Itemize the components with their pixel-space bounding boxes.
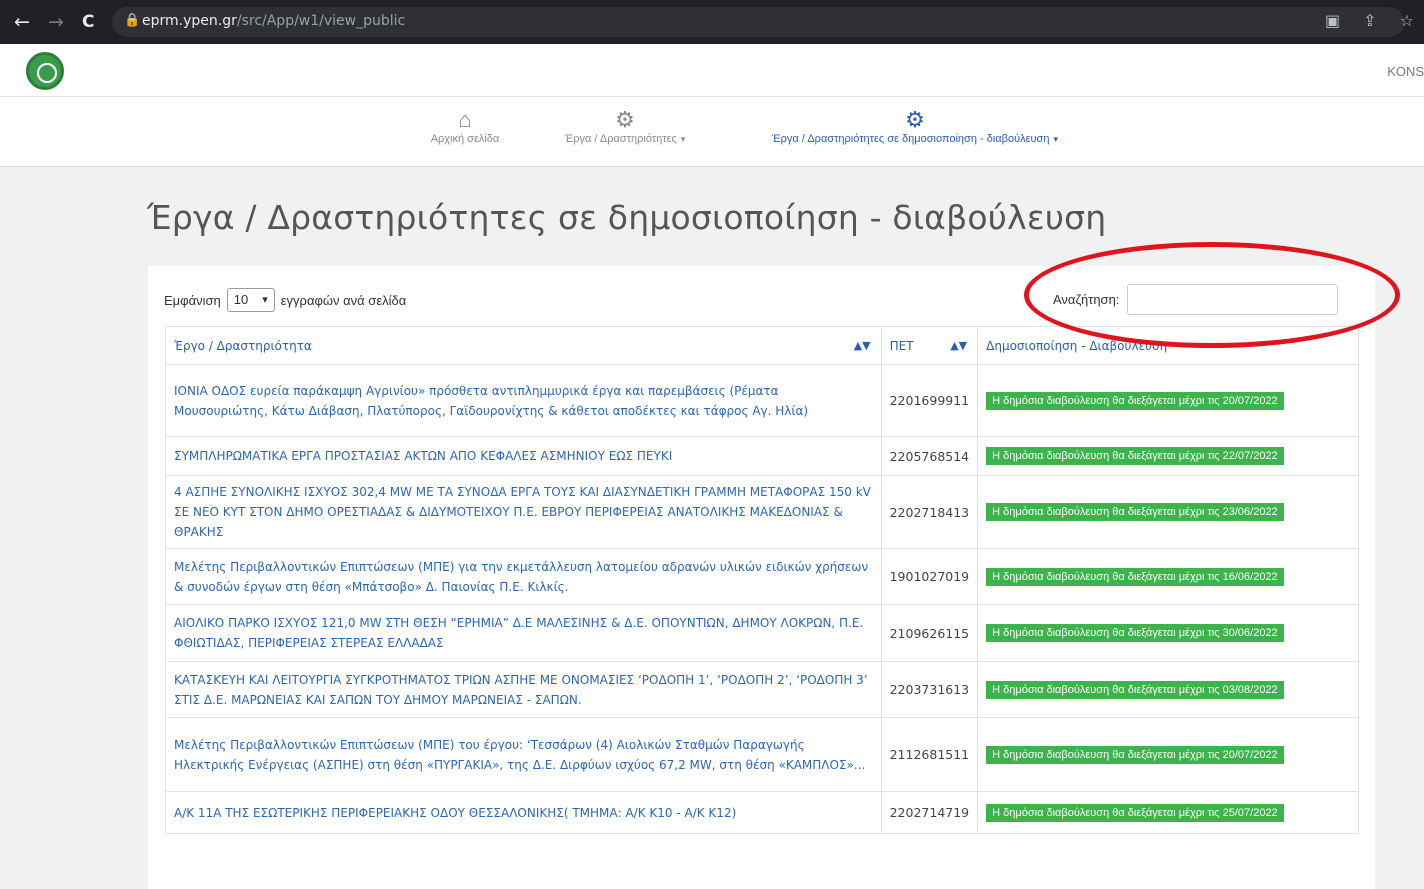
status-cell: Η δημόσια διαβούλευση θα διεξάγεται μέχρ… — [977, 436, 1359, 476]
project-link[interactable]: ΑΙΟΛΙΚΟ ΠΑΡΚΟ ΙΣΧΥΟΣ 121,0 MW ΣΤΗ ΘΕΣΗ “… — [165, 604, 882, 662]
pet-code: 2202714719 — [880, 791, 979, 834]
chevron-down-icon: ▾ — [1053, 134, 1058, 144]
url-path: /src/App/w1/view_public — [236, 13, 406, 29]
nav-projects-label: Έργα / Δραστηριότητες — [564, 133, 677, 145]
lock-icon: 🔒 — [124, 13, 141, 28]
length-suffix: εγγραφών ανά σελίδα — [280, 292, 407, 308]
page-length-control: Εμφάνιση 10 ▾ εγγραφών ανά σελίδα — [164, 288, 406, 312]
pet-code: 2205768514 — [880, 436, 979, 476]
status-badge: Η δημόσια διαβούλευση θα διεξάγεται μέχρ… — [986, 624, 1284, 642]
table-row: ΚΑΤΑΣΚΕΥΗ ΚΑΙ ΛΕΙΤΟΥΡΓΙΑ ΣΥΓΚΡΟΤΗΜΑΤΟΣ Τ… — [165, 661, 1359, 718]
table-row: Μελέτης Περιβαλλοντικών Επιπτώσεων (ΜΠΕ)… — [165, 717, 1359, 792]
column-header-pet[interactable]: ΠΕΤ ▲▼ — [880, 326, 979, 365]
nav-home-label: Αρχική σελίδα — [430, 133, 500, 145]
pet-code: 2201699911 — [880, 364, 979, 437]
nav-home[interactable]: ⌂ Αρχική σελίδα — [422, 97, 508, 167]
main-nav: ⌂ Αρχική σελίδα ⚙ Έργα / Δραστηριότητες ▾… — [0, 97, 1424, 167]
pet-code: 2112681511 — [880, 717, 979, 792]
project-link[interactable]: ΣΥΜΠΛΗΡΩΜΑΤΙΚΑ ΕΡΓΑ ΠΡΟΣΤΑΣΙΑΣ ΑΚΤΩΝ ΑΠΟ… — [165, 436, 882, 476]
project-link[interactable]: Α/Κ 11Α ΤΗΣ ΕΣΩΤΕΡΙΚΗΣ ΠΕΡΙΦΕΡΕΙΑΚΗΣ ΟΔΟ… — [165, 791, 882, 834]
project-link[interactable]: 4 ΑΣΠΗΕ ΣΥΝΟΛΙΚΗΣ ΙΣΧΥΟΣ 302,4 MW ΜΕ ΤΑ … — [165, 475, 882, 549]
search-annotation-ellipse — [1024, 242, 1400, 348]
translate-icon[interactable]: ▣ — [1325, 11, 1340, 30]
length-prefix: Εμφάνιση — [164, 292, 221, 308]
nav-consultation-label: Έργα / Δραστηριότητες σε δημοσιοποίηση -… — [772, 133, 1050, 145]
url-host: eprm.ypen.gr — [142, 13, 237, 29]
bookmark-star-icon[interactable]: ☆ — [1400, 11, 1414, 30]
status-badge: Η δημόσια διαβούλευση θα διεξάγεται μέχρ… — [986, 803, 1284, 822]
status-badge: Η δημόσια διαβούλευση θα διεξάγεται μέχρ… — [986, 391, 1284, 410]
column-header-project[interactable]: Έργο / Δραστηριότητα ▲▼ — [165, 326, 882, 365]
browser-actions: ▣ ⇪ ☆ — [1307, 11, 1414, 30]
status-badge: Η δημόσια διαβούλευση θα διεξάγεται μέχρ… — [986, 680, 1284, 699]
page-length-value: 10 — [233, 292, 249, 307]
chevron-down-icon: ▾ — [680, 134, 686, 144]
status-badge: Η δημόσια διαβούλευση θα διεξάγεται μέχρ… — [986, 503, 1284, 521]
forward-arrow-icon[interactable]: → — [48, 11, 64, 33]
address-bar[interactable]: 🔒 eprm.ypen.gr/src/App/w1/view_public — [112, 7, 1404, 37]
table-row: 4 ΑΣΠΗΕ ΣΥΝΟΛΙΚΗΣ ΙΣΧΥΟΣ 302,4 MW ΜΕ ΤΑ … — [165, 475, 1359, 549]
status-cell: Η δημόσια διαβούλευση θα διεξάγεται μέχρ… — [977, 604, 1359, 662]
site-header: KONST — [0, 44, 1424, 97]
gear-icon: ⚙ — [615, 107, 635, 132]
share-icon[interactable]: ⇪ — [1363, 11, 1376, 30]
sort-icon: ▲▼ — [853, 339, 871, 352]
status-cell: Η δημόσια διαβούλευση θα διεξάγεται μέχρ… — [977, 364, 1359, 437]
status-cell: Η δημόσια διαβούλευση θα διεξάγεται μέχρ… — [977, 661, 1359, 718]
ypen-logo[interactable] — [26, 52, 64, 90]
sort-icon: ▲▼ — [950, 339, 968, 352]
user-name[interactable]: KONST — [1387, 64, 1424, 79]
project-link[interactable]: Μελέτης Περιβαλλοντικών Επιπτώσεων (ΜΠΕ)… — [165, 548, 882, 605]
datatable-panel: Εμφάνιση 10 ▾ εγγραφών ανά σελίδα Αναζήτη… — [148, 266, 1375, 889]
gear-icon: ⚙ — [905, 107, 925, 132]
status-cell: Η δημόσια διαβούλευση θα διεξάγεται μέχρ… — [977, 791, 1359, 834]
status-badge: Η δημόσια διαβούλευση θα διεξάγεται μέχρ… — [986, 745, 1284, 764]
column-header-pet-label: ΠΕΤ — [889, 338, 914, 353]
pet-code: 1901027019 — [880, 548, 979, 605]
nav-consultation[interactable]: ⚙ Έργα / Δραστηριότητες σε δημοσιοποίηση… — [740, 97, 1090, 167]
project-link[interactable]: ΚΑΤΑΣΚΕΥΗ ΚΑΙ ΛΕΙΤΟΥΡΓΙΑ ΣΥΓΚΡΟΤΗΜΑΤΟΣ Τ… — [165, 661, 882, 718]
status-cell: Η δημόσια διαβούλευση θα διεξάγεται μέχρ… — [977, 475, 1359, 549]
url-text: eprm.ypen.gr/src/App/w1/view_public — [142, 13, 405, 29]
projects-table: Έργο / Δραστηριότητα ▲▼ ΠΕΤ ▲▼ Δημοσιοποίη… — [165, 326, 1359, 834]
table-row: ΣΥΜΠΛΗΡΩΜΑΤΙΚΑ ΕΡΓΑ ΠΡΟΣΤΑΣΙΑΣ ΑΚΤΩΝ ΑΠΟ… — [165, 436, 1359, 476]
status-badge: Η δημόσια διαβούλευση θα διεξάγεται μέχρ… — [986, 567, 1284, 586]
reload-icon[interactable]: C — [82, 11, 94, 33]
home-icon: ⌂ — [458, 107, 472, 132]
back-arrow-icon[interactable]: ← — [14, 11, 30, 33]
pet-code: 2109626115 — [880, 604, 979, 662]
page-length-select[interactable]: 10 ▾ — [226, 288, 275, 312]
status-cell: Η δημόσια διαβούλευση θα διεξάγεται μέχρ… — [977, 548, 1359, 605]
project-link[interactable]: Μελέτης Περιβαλλοντικών Επιπτώσεων (ΜΠΕ)… — [165, 717, 882, 792]
table-row: ΑΙΟΛΙΚΟ ΠΑΡΚΟ ΙΣΧΥΟΣ 121,0 MW ΣΤΗ ΘΕΣΗ “… — [165, 604, 1359, 662]
status-cell: Η δημόσια διαβούλευση θα διεξάγεται μέχρ… — [977, 717, 1359, 792]
nav-projects[interactable]: ⚙ Έργα / Δραστηριότητες ▾ — [550, 97, 700, 167]
pet-code: 2202718413 — [880, 475, 979, 549]
column-header-project-label: Έργο / Δραστηριότητα — [174, 338, 312, 353]
chevron-down-icon: ▾ — [262, 294, 268, 306]
page-title: Έργα / Δραστηριότητες σε δημοσιοποίηση -… — [147, 198, 1107, 237]
pet-code: 2203731613 — [880, 661, 979, 718]
status-badge: Η δημόσια διαβούλευση θα διεξάγεται μέχρ… — [986, 447, 1284, 465]
browser-toolbar: ← → C 🔒 eprm.ypen.gr/src/App/w1/view_pub… — [0, 0, 1424, 44]
table-row: Α/Κ 11Α ΤΗΣ ΕΣΩΤΕΡΙΚΗΣ ΠΕΡΙΦΕΡΕΙΑΚΗΣ ΟΔΟ… — [165, 791, 1359, 834]
project-link[interactable]: ΙΟΝΙΑ ΟΔΟΣ ευρεία παράκαμψη Αγρινίου» πρ… — [165, 364, 882, 437]
table-row: Μελέτης Περιβαλλοντικών Επιπτώσεων (ΜΠΕ)… — [165, 548, 1359, 605]
table-row: ΙΟΝΙΑ ΟΔΟΣ ευρεία παράκαμψη Αγρινίου» πρ… — [165, 364, 1359, 437]
